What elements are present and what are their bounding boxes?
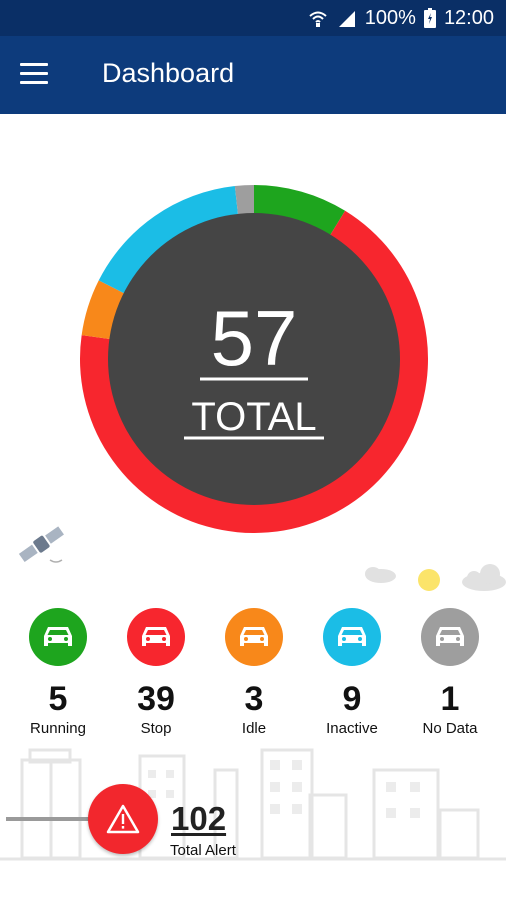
- menu-icon[interactable]: [20, 63, 48, 87]
- total-alert-count[interactable]: 102: [171, 800, 226, 838]
- car-icon: [338, 627, 366, 646]
- status-indicators: 100% 12:00: [307, 6, 494, 30]
- no-data-count: 1: [440, 680, 460, 718]
- category-no-data[interactable]: 1 No Data: [400, 608, 500, 737]
- donut-segment-no-data: [234, 185, 254, 216]
- idle-count: 3: [244, 680, 264, 718]
- satellite-icon: [18, 526, 64, 563]
- inactive-label: Inactive: [326, 720, 378, 737]
- status-donut-chart: 57 TOTAL: [80, 185, 428, 533]
- clock: 12:00: [443, 6, 494, 29]
- category-idle[interactable]: 3 Idle: [204, 608, 304, 737]
- car-icon: [436, 627, 464, 646]
- running-count: 5: [48, 680, 68, 718]
- category-stop[interactable]: 39 Stop: [106, 608, 206, 737]
- status-bar: 100% 12:00: [0, 0, 506, 36]
- no-data-label: No Data: [422, 720, 478, 737]
- running-label: Running: [30, 720, 86, 737]
- battery-percent: 100%: [364, 6, 416, 29]
- running-car-button[interactable]: [29, 608, 87, 666]
- idle-label: Idle: [241, 720, 267, 737]
- total-label: TOTAL: [191, 395, 316, 439]
- weather-decoration: [365, 564, 506, 591]
- total-alert-label: Total Alert: [170, 842, 236, 859]
- no-data-car-button[interactable]: [421, 608, 479, 666]
- app-bar: Dashboard: [0, 36, 506, 114]
- battery-icon: [423, 8, 436, 28]
- category-running[interactable]: 5 Running: [8, 608, 108, 737]
- page-title: Dashboard: [102, 58, 235, 88]
- car-icon: [44, 627, 72, 646]
- category-inactive[interactable]: 9 Inactive: [302, 608, 402, 737]
- stop-label: Stop: [140, 720, 172, 737]
- total-count: 57: [211, 294, 298, 382]
- inactive-car-button[interactable]: [323, 608, 381, 666]
- car-icon: [142, 627, 170, 646]
- alert-button[interactable]: [88, 784, 158, 854]
- wifi-icon: [309, 11, 327, 27]
- stop-car-button[interactable]: [127, 608, 185, 666]
- stop-count: 39: [137, 680, 175, 718]
- inactive-count: 9: [342, 680, 362, 718]
- idle-car-button[interactable]: [225, 608, 283, 666]
- car-icon: [240, 627, 268, 646]
- warning-icon: [106, 804, 140, 834]
- signal-icon: [338, 11, 355, 27]
